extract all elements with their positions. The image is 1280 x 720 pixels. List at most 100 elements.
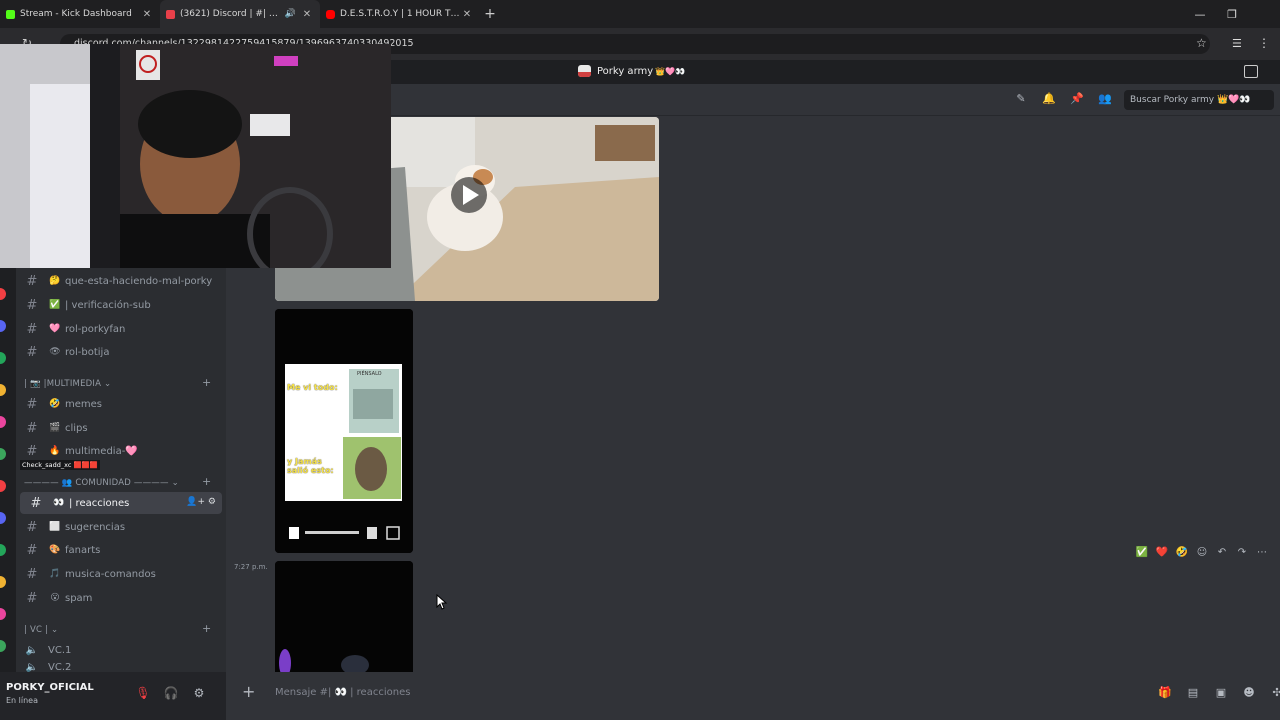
hash-icon: #	[26, 297, 38, 313]
meme-top-caption: PIÉNSALO	[357, 371, 382, 377]
apps-icon[interactable]: ✣	[1268, 686, 1280, 699]
minimize-icon[interactable]: —	[1184, 8, 1216, 21]
add-channel-icon[interactable]: +	[202, 376, 211, 389]
tab-title: (3621) Discord | #| 👀 |reacc	[180, 9, 285, 19]
browser-tab-youtube[interactable]: D.E.S.T.R.O.Y | 1 HOUR TRY HAR ✕	[320, 0, 480, 28]
channel-item-fanarts[interactable]: # 🎨 fanarts	[16, 539, 222, 561]
channel-item-musica-comandos[interactable]: # 🎵 musica-comandos	[16, 563, 222, 585]
close-tab-icon[interactable]: ✕	[460, 9, 474, 20]
user-settings-icon[interactable]: ⚙	[190, 686, 208, 700]
message-input[interactable]: Mensaje #| 👀 | reacciones	[275, 687, 410, 698]
channel-item-rol-porkyfan[interactable]: # 🩷 rol-porkyfan	[16, 318, 222, 340]
channel-emoji: 👀	[53, 498, 65, 508]
channel-settings-icon[interactable]: 👤+ ⚙	[186, 497, 216, 507]
channel-item-sugerencias[interactable]: # ⬜ sugerencias	[16, 516, 222, 538]
fullscreen-icon[interactable]	[385, 532, 401, 548]
close-tab-icon[interactable]: ✕	[140, 9, 154, 20]
add-channel-icon[interactable]: +	[202, 475, 211, 488]
pin-icon[interactable]: 📌	[1068, 92, 1086, 105]
user-status: En línea	[6, 696, 39, 705]
add-channel-icon[interactable]: +	[202, 622, 211, 635]
channel-label: | verificación-sub	[65, 299, 151, 311]
channel-item-clips[interactable]: # 🎬 clips	[16, 417, 222, 439]
gift-icon[interactable]: 🎁	[1156, 686, 1174, 699]
tab-title: D.E.S.T.R.O.Y | 1 HOUR TRY HAR	[340, 9, 460, 19]
server-icon[interactable]	[0, 544, 6, 556]
threads-icon[interactable]: ✎	[1012, 92, 1030, 105]
channel-item-spam[interactable]: # 😮 spam	[16, 587, 222, 609]
channel-label: multimedia-🩷	[65, 445, 138, 457]
reaction-heart[interactable]: ❤️	[1154, 547, 1170, 558]
hash-icon: #	[26, 519, 38, 535]
mute-mic-icon[interactable]: 🎙	[134, 686, 152, 700]
server-name: Porky army	[597, 65, 654, 77]
server-name-emoji: 👑🩷👀	[655, 66, 686, 76]
server-icon[interactable]	[0, 320, 6, 332]
reaction-laugh[interactable]: 🤣	[1174, 547, 1190, 558]
server-icon[interactable]	[0, 512, 6, 524]
channel-item-que-esta-haciendo-mal-porky[interactable]: # 🤔 que-esta-haciendo-mal-porky	[16, 270, 222, 292]
browser-tab-kick[interactable]: Stream - Kick Dashboard ✕	[0, 0, 160, 28]
server-icon[interactable]	[0, 608, 6, 620]
restore-icon[interactable]: ❐	[1216, 8, 1248, 21]
hash-icon: #	[26, 321, 38, 337]
bell-icon[interactable]: 🔔	[1040, 92, 1058, 105]
youtube-favicon-icon	[326, 9, 335, 19]
volume-icon[interactable]	[365, 532, 379, 548]
reply-icon[interactable]: ↶	[1214, 547, 1230, 558]
play-icon[interactable]	[281, 532, 295, 548]
voice-channel-vc2[interactable]: 🔈 VC.2	[16, 662, 222, 672]
headset-icon[interactable]: 🎧	[162, 686, 180, 700]
category-multimedia[interactable]: | 📷 |MULTIMEDIA ⌄	[24, 379, 111, 389]
new-tab-icon[interactable]: +	[480, 0, 500, 28]
channel-item-multimedia[interactable]: # 🔥 multimedia-🩷	[16, 440, 222, 462]
server-icon[interactable]	[0, 448, 6, 460]
webcam-overlay	[0, 44, 391, 268]
gif-icon[interactable]: ▤	[1184, 686, 1202, 699]
channel-item-verificacion-sub[interactable]: # ✅ | verificación-sub	[16, 294, 222, 316]
channel-label: spam	[65, 592, 93, 604]
emoji-icon[interactable]: ☻	[1240, 686, 1258, 699]
user-name[interactable]: PORKY_OFICIAL	[6, 682, 94, 693]
forward-icon[interactable]: ↷	[1234, 547, 1250, 558]
add-reaction-icon[interactable]: ☺	[1194, 547, 1210, 558]
server-icon[interactable]	[0, 640, 6, 652]
members-icon[interactable]: 👥	[1096, 92, 1114, 105]
server-icon[interactable]	[0, 576, 6, 588]
video-attachment-third[interactable]	[275, 561, 413, 676]
mouse-cursor-icon	[436, 594, 448, 610]
more-icon[interactable]: ⋯	[1254, 547, 1270, 558]
category-comunidad[interactable]: ———— 👥 COMUNIDAD ———— ⌄	[24, 478, 179, 488]
server-icon[interactable]	[0, 352, 6, 364]
channel-item-rol-botija[interactable]: # 👁 rol-botija	[16, 341, 222, 363]
server-icon[interactable]	[0, 288, 6, 300]
bookmark-star-icon[interactable]: ☆	[1196, 36, 1207, 50]
extensions-icon[interactable]: ☰	[1232, 37, 1242, 50]
channel-item-reacciones[interactable]: # 👀 | reacciones 👤+ ⚙	[20, 492, 222, 514]
message-actions: ✅ ❤️ 🤣 ☺ ↶ ↷ ⋯	[1134, 543, 1270, 561]
volume-slider[interactable]	[303, 535, 361, 543]
inbox-icon[interactable]	[1244, 65, 1258, 78]
channel-emoji: ✅	[49, 300, 61, 310]
stream-overlay-label: Check_sadd_xc 🟥🟥🟥	[20, 460, 100, 470]
browser-menu-icon[interactable]: ⋮	[1258, 36, 1270, 50]
server-icon[interactable]	[0, 384, 6, 396]
search-input[interactable]: Buscar Porky army 👑🩷👀	[1124, 90, 1274, 110]
sticker-icon[interactable]: ▣	[1212, 686, 1230, 699]
server-icon[interactable]	[0, 416, 6, 428]
speaker-icon[interactable]: 🔊	[285, 9, 296, 19]
close-tab-icon[interactable]: ✕	[300, 9, 314, 20]
video-attachment-meme[interactable]: Me vi todo: PIÉNSALO y Jamás salió esto:	[275, 309, 413, 553]
category-vc[interactable]: | VC | ⌄	[24, 625, 58, 635]
upload-plus-icon[interactable]: +	[242, 682, 255, 701]
browser-tab-discord[interactable]: (3621) Discord | #| 👀 |reacc 🔊 ✕	[160, 0, 320, 28]
channel-label: que-esta-haciendo-mal-porky	[65, 275, 213, 287]
channel-emoji: 👁	[49, 347, 61, 357]
server-icon[interactable]	[0, 480, 6, 492]
channel-item-memes[interactable]: # 🤣 memes	[16, 393, 222, 415]
screen: Stream - Kick Dashboard ✕ (3621) Discord…	[0, 0, 1280, 720]
reaction-check[interactable]: ✅	[1134, 547, 1150, 558]
channel-emoji: 🔥	[49, 446, 61, 456]
message-timestamp: 7:27 p.m.	[234, 563, 268, 571]
voice-channel-vc1[interactable]: 🔈 VC.1	[16, 639, 222, 661]
